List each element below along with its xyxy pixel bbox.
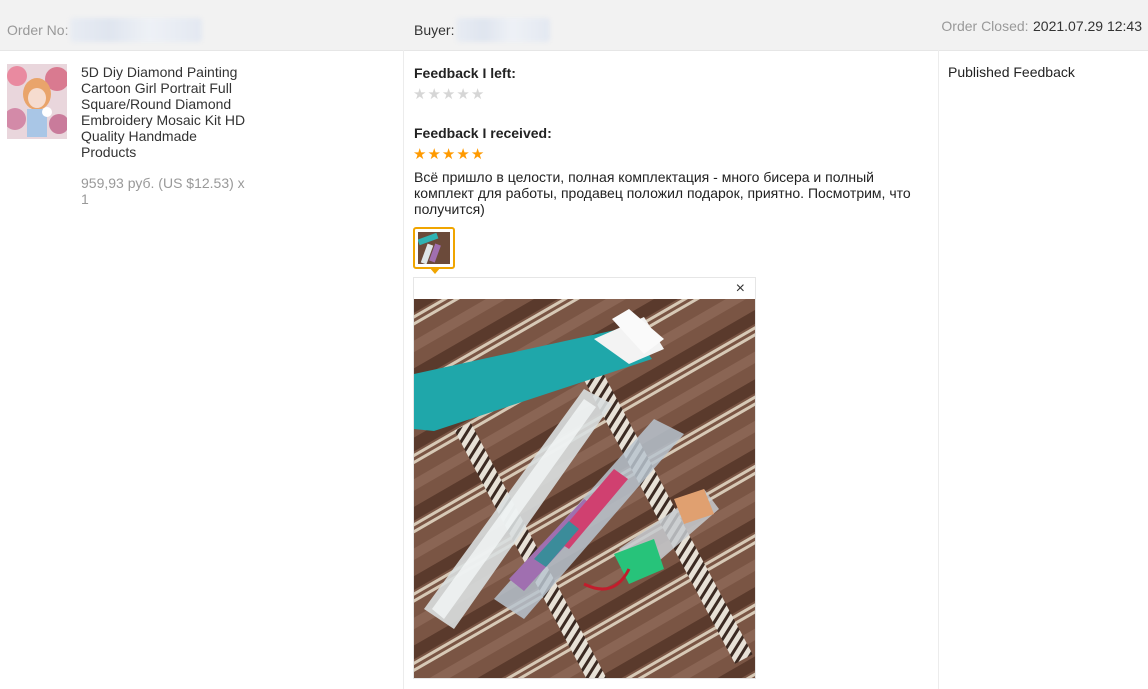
order-header: Order No: Buyer: Order Closed: 2021.07.2… [0, 0, 1148, 51]
feedback-left-stars: ★ ★ ★ ★ ★ [413, 87, 484, 102]
star-icon: ★ [427, 146, 441, 163]
feedback-left-heading: Feedback I left: [414, 65, 516, 81]
feedback-status: Published Feedback [948, 64, 1075, 80]
order-closed-label: Order Closed: [941, 18, 1029, 34]
thumbnail-pointer [429, 267, 441, 274]
photo-viewer: × [413, 277, 756, 679]
feedback-photo-thumbnail[interactable] [413, 227, 455, 269]
buyer-label: Buyer: [414, 22, 455, 38]
buyer-name-redacted [456, 18, 551, 42]
star-icon: ★ [456, 146, 470, 163]
star-icon: ★ [470, 146, 485, 163]
star-icon: ★ [413, 86, 427, 103]
product-thumbnail[interactable] [7, 64, 67, 139]
buyer: Buyer: [414, 18, 551, 42]
feedback-received-heading: Feedback I received: [414, 125, 552, 141]
star-icon: ★ [456, 86, 470, 103]
feedback-received-stars: ★ ★ ★ ★ ★ [413, 147, 484, 162]
column-divider [403, 50, 404, 689]
feedback-received-text: Всё пришло в целости, полная комплектаци… [414, 169, 911, 217]
star-icon: ★ [470, 86, 485, 103]
order-number-label: Order No: [7, 22, 69, 38]
order-closed-date: 2021.07.29 12:43 [1033, 18, 1142, 34]
star-icon: ★ [441, 146, 456, 163]
product-price: 959,93 руб. (US $12.53) x 1 [81, 175, 245, 207]
order-number: Order No: [7, 18, 203, 42]
star-icon: ★ [413, 146, 427, 163]
star-icon: ★ [427, 86, 441, 103]
column-divider [938, 50, 939, 689]
order-closed: Order Closed: 2021.07.29 12:43 [941, 18, 1142, 36]
product-title[interactable]: 5D Diy Diamond Painting Cartoon Girl Por… [81, 64, 256, 160]
star-icon: ★ [441, 86, 456, 103]
order-number-redacted [70, 18, 203, 42]
feedback-photo [414, 299, 755, 678]
close-icon[interactable]: × [736, 280, 745, 298]
